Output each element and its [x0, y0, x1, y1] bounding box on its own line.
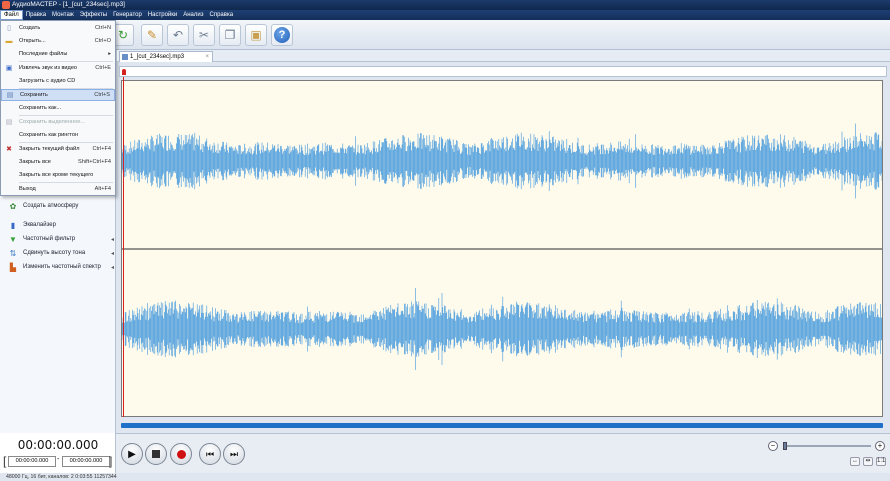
- play-icon: ▶: [128, 448, 136, 460]
- menu-edit[interactable]: Правка: [23, 10, 49, 20]
- menu-item-exit[interactable]: Выход Alt+F4: [1, 183, 115, 195]
- sidebar-item-atmosphere[interactable]: ✿ Создать атмосферу: [8, 200, 116, 212]
- atmosphere-icon: ✿: [9, 201, 17, 211]
- range-dash: -: [57, 456, 60, 463]
- menu-item-new[interactable]: ▯ Создать Ctrl+N: [1, 22, 115, 34]
- menu-analysis[interactable]: Анализ: [180, 10, 206, 20]
- fit-width-button[interactable]: ↔: [850, 457, 860, 466]
- selection-end-field[interactable]: 00:00:00.000: [62, 456, 110, 467]
- skip-forward-icon: ⏭: [229, 448, 239, 459]
- copy-button[interactable]: ❐: [219, 24, 241, 46]
- menu-help[interactable]: Справка: [207, 10, 237, 20]
- sidebar-item-pitch[interactable]: ⇅ Сдвинуть высоту тона ◂: [8, 247, 116, 259]
- menu-item-save-selection[interactable]: ▤ Сохранить выделенное...: [1, 116, 115, 128]
- playhead-marker-icon[interactable]: [122, 69, 126, 75]
- menu-item-extract-video[interactable]: ▣ Извлечь звук из видео Ctrl+E: [1, 62, 115, 74]
- refresh-icon: ↻: [117, 28, 129, 42]
- toolbar: ↻ ✎ ↶ ✂ ❐ ▣ ?: [0, 20, 890, 50]
- menu-item-save[interactable]: ▤ Сохранить Ctrl+S: [1, 89, 115, 101]
- paste-button[interactable]: ▣: [245, 24, 267, 46]
- menu-item-close-all[interactable]: Закрыть все Shift+Ctrl+F4: [1, 156, 115, 168]
- save-selection-icon: ▤: [5, 119, 13, 126]
- zoom-out-button[interactable]: −: [768, 441, 778, 451]
- filter-icon: ▼: [9, 234, 17, 244]
- zoom-slider-track[interactable]: [783, 445, 871, 447]
- menu-montage[interactable]: Монтаж: [49, 10, 77, 20]
- record-button[interactable]: [170, 443, 192, 465]
- time-display-panel: 00:00:00.000 [ 00:00:00.000 - 00:00:00.0…: [0, 433, 116, 473]
- close-file-icon: ✖: [6, 146, 12, 153]
- pen-icon: ✎: [146, 28, 158, 42]
- selection-start-field[interactable]: 00:00:00.000: [8, 456, 56, 467]
- zoom-1to1-button[interactable]: 1:1: [876, 457, 886, 466]
- equalizer-icon: ▮: [10, 220, 16, 230]
- menu-item-recent[interactable]: Последние файлы ▸: [1, 48, 115, 60]
- play-button[interactable]: ▶: [121, 443, 143, 465]
- menu-item-close-others[interactable]: Закрыть все кроме текущего: [1, 169, 115, 181]
- video-icon: ▣: [5, 65, 13, 72]
- stop-button[interactable]: [145, 443, 167, 465]
- sidebar-item-spectrum[interactable]: ▙ Изменить частотный спектр ◂: [8, 261, 116, 273]
- window-title: АудиоМАСТЕР - [1_[cut_234sec].mp3]: [12, 1, 125, 8]
- playback-cursor: [123, 77, 124, 417]
- menu-item-save-as[interactable]: Сохранить как...: [1, 102, 115, 114]
- scissors-icon: ✂: [198, 28, 210, 42]
- save-icon: ▤: [6, 92, 14, 99]
- waveform-view[interactable]: [121, 80, 883, 417]
- document-tabs: 1_[cut_234sec].mp3 ×: [117, 50, 890, 62]
- timeline-ruler[interactable]: [119, 66, 887, 77]
- bracket-right: ]: [109, 454, 113, 468]
- horizontal-scrollbar[interactable]: [121, 423, 883, 428]
- cd-icon: [3, 76, 15, 86]
- waveform-channel-right: [122, 288, 882, 370]
- zoom-in-button[interactable]: +: [875, 441, 885, 451]
- stop-icon: [152, 450, 160, 458]
- paste-icon: ▣: [250, 28, 262, 42]
- audio-file-icon: [122, 54, 128, 60]
- menu-item-close-current[interactable]: ✖ Закрыть текущий файл Ctrl+F4: [1, 143, 115, 155]
- waveform-channel-left: [122, 123, 882, 199]
- sidebar-item-equalizer[interactable]: ▮ Эквалайзер: [8, 219, 116, 231]
- undo-icon: ↶: [172, 28, 184, 42]
- submenu-arrow-icon: ◂: [110, 264, 114, 271]
- bracket-left: [: [3, 454, 7, 468]
- submenu-arrow-icon: ▸: [108, 51, 111, 57]
- record-icon: [176, 449, 186, 459]
- edit-button[interactable]: ✎: [141, 24, 163, 46]
- pitch-icon: ⇅: [9, 248, 17, 258]
- help-button[interactable]: ?: [271, 24, 293, 46]
- title-bar: АудиоМАСТЕР - [1_[cut_234sec].mp3]: [0, 0, 890, 10]
- menu-bar: Файл Правка Монтаж Эффекты Генератор Нас…: [0, 10, 890, 20]
- fit-selection-button[interactable]: ⇹: [863, 457, 873, 466]
- menu-item-open[interactable]: ▬ Открыть... Ctrl+O: [1, 35, 115, 47]
- cut-button[interactable]: ✂: [193, 24, 215, 46]
- menu-effects[interactable]: Эффекты: [77, 10, 110, 20]
- waveform-canvas: [122, 123, 882, 370]
- skip-back-button[interactable]: ⏮: [199, 443, 221, 465]
- undo-button[interactable]: ↶: [167, 24, 189, 46]
- new-file-icon: ▯: [7, 25, 11, 32]
- menu-file[interactable]: Файл: [0, 10, 23, 20]
- help-icon: ?: [274, 27, 290, 43]
- current-time: 00:00:00.000: [17, 438, 99, 452]
- skip-forward-button[interactable]: ⏭: [223, 443, 245, 465]
- open-folder-icon: ▬: [5, 37, 13, 45]
- tab-close-icon[interactable]: ×: [205, 52, 209, 62]
- submenu-arrow-icon: ◂: [110, 236, 114, 243]
- file-menu-dropdown: ▯ Создать Ctrl+N ▬ Открыть... Ctrl+O Пос…: [0, 20, 116, 196]
- status-bar: 48000 Гц, 16 бит, каналов: 2 0:03:55 112…: [0, 473, 890, 481]
- menu-generator[interactable]: Генератор: [110, 10, 145, 20]
- menu-item-load-cd[interactable]: Загрузить с аудио CD: [1, 75, 115, 87]
- app-icon: [2, 1, 10, 9]
- sidebar-item-filter[interactable]: ▼ Частотный фильтр ◂: [8, 233, 116, 245]
- zoom-slider-thumb[interactable]: [783, 442, 787, 450]
- submenu-arrow-icon: ◂: [110, 250, 114, 257]
- copy-icon: ❐: [224, 28, 236, 42]
- menu-settings[interactable]: Настройки: [145, 10, 180, 20]
- spectrum-icon: ▙: [9, 262, 17, 272]
- skip-back-icon: ⏮: [205, 448, 215, 459]
- tab-audio-file[interactable]: 1_[cut_234sec].mp3 ×: [119, 51, 213, 62]
- menu-item-save-ringtone[interactable]: Сохранить как рингтон: [1, 129, 115, 141]
